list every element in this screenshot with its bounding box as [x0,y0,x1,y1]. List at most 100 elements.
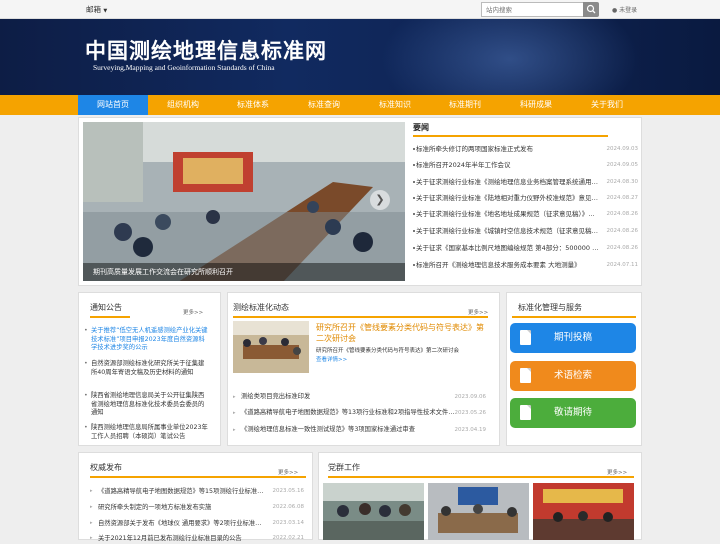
news-item[interactable]: 关于征求测绘行业标准《测绘地理信息业务档案管理系统通用要求》意见的通知 2024.… [413,177,640,187]
party-more-link[interactable]: 更多>> [607,468,627,476]
document-icon [520,405,531,420]
term-search-label: 术语检索 [553,370,592,381]
std-news-text: 《测绘地理信息标准一致性测试规范》等3项国家标准通过审查 [241,426,416,433]
event-photo [533,483,634,540]
party-photo[interactable] [428,483,529,540]
chevron-right-icon: ❯ [375,193,385,206]
notice-divider [90,316,130,318]
main-nav: 网站首页 组织机构 标准体系 标准查询 标准知识 标准期刊 科研成果 关于我们 [0,95,720,115]
authority-text: 研究所牵头制定的一项地方标准发布实施 [98,504,212,511]
chevron-down-icon: ▼ [103,8,108,14]
news-item[interactable]: 关于征求测绘行业标准《陆地相对重力仪野外校准规范》意见的通知 2024.08.27 [413,193,640,203]
std-news-feature-desc: 研究所召开《管线要素分类代码与符号表达》第二次研讨会 查看详情>> [316,347,490,365]
login-label: 未登录 [619,7,638,14]
std-news-text: 测绘类项目竞出标准印发 [241,393,311,400]
news-item[interactable]: 标准所牵头修订的两项国家标准正式发布 2024.09.03 [413,144,640,154]
authority-item[interactable]: 关于2021年12月前已发布测绘行业标准目录的公告 2022.02.21 [90,533,306,544]
coming-soon-label: 敬请期待 [553,407,592,418]
mailbox-link[interactable]: 邮箱 ▼ [86,4,107,15]
news-item[interactable]: 关于征求《国家基本比例尺地图编绘规范 第4部分：500000 1:1000000… [413,243,640,253]
news-text: 标准所召开《测绘地理信息技术服务成本要素 大地测量》 [416,261,581,269]
document-icon [520,330,531,345]
std-news-date: 2023.05.26 [454,410,487,416]
nav-item-home[interactable]: 网站首页 [78,95,148,115]
notice-item[interactable]: 自然资源部测绘标准化研究所关于征集建所40周年寄语文稿及历史材料的通知 [84,360,209,377]
news-date: 2024.09.05 [606,162,639,168]
search-input[interactable] [481,2,584,17]
authority-item[interactable]: 研究所牵头制定的一项地方标准发布实施 2022.06.08 [90,502,306,513]
authority-date: 2022.02.21 [272,535,305,541]
party-heading: 党群工作 [328,463,360,472]
news-date: 2024.08.27 [606,195,639,201]
authority-date: 2023.03.14 [272,520,305,526]
group-photo [323,483,424,540]
news-item[interactable]: 标准所召开2024年半年工作会议 2024.09.05 [413,160,640,170]
news-text: 标准所牵头修订的两项国家标准正式发布 [416,145,533,153]
news-text: 关于征求测绘行业标准《城镇时空信息技术规范（征求意见稿）》意见的通知 [416,227,600,235]
authority-more-link[interactable]: 更多>> [278,468,298,476]
meeting-room-photo [428,483,529,540]
news-item[interactable]: 关于征求测绘行业标准《城镇时空信息技术规范（征求意见稿）》意见的通知 2024.0… [413,226,640,236]
coming-soon-button[interactable]: 敬请期待 [510,398,636,428]
news-date: 2024.09.03 [606,146,639,152]
nav-item-journal[interactable]: 标准期刊 [430,95,500,115]
party-photo[interactable] [533,483,634,540]
news-divider [413,135,608,137]
document-icon [520,368,531,383]
news-text: 关于征求测绘行业标准《测绘地理信息业务档案管理系统通用要求》意见的通知 [416,178,600,186]
feature-more-link[interactable]: 查看详情>> [316,357,347,363]
slider-next-button[interactable]: ❯ [370,190,390,210]
authority-text: 自然资源部关于发布《地球仪 通用要求》等2项行业标准的公告 [98,520,266,527]
notice-item[interactable]: 陕西省测绘地理信息局关于公开征集陕西省测绘地理信息标准化技术委员会委员的通知 [84,392,209,418]
services-divider [512,316,636,318]
banner-glow [380,19,640,95]
authority-item[interactable]: 《道路高精导航电子地图数据规范》等15项测绘行业标准发布 2023.05.16 [90,486,306,497]
notice-item[interactable]: 关于推荐“低空无人机遥感测绘产业化关键技术标准”项目申报2023年度自然资源科学… [84,327,209,353]
nav-item-system[interactable]: 标准体系 [218,95,288,115]
std-news-date: 2023.09.06 [454,394,487,400]
std-news-item[interactable]: 《道路高精导航电子地图数据规范》等13项行业标准和2项指导性技术文件发布2023… [233,408,488,418]
news-text: 关于征求测绘行业标准《地名地址成果规范（征求意见稿）》意见的通知 [416,210,600,218]
nav-item-query[interactable]: 标准查询 [289,95,359,115]
authority-date: 2022.06.08 [272,504,305,510]
nav-item-about[interactable]: 关于我们 [572,95,642,115]
news-date: 2024.07.11 [606,262,639,268]
std-news-date: 2023.04.19 [454,427,487,433]
notice-more-link[interactable]: 更多>> [183,308,203,316]
authority-item[interactable]: 自然资源部关于发布《地球仪 通用要求》等2项行业标准的公告 2023.03.14 [90,518,306,529]
site-title: 中国测绘地理信息标准网 [85,38,327,63]
journal-submit-button[interactable]: 期刊投稿 [510,323,636,353]
services-heading: 标准化管理与服务 [518,303,582,312]
authority-text: 《道路高精导航电子地图数据规范》等15项测绘行业标准发布 [98,488,266,495]
notice-item[interactable]: 陕西测绘地理信息局所属事业单位2023年工作人员招聘（本硕岗）笔试公告 [84,424,209,441]
authority-divider [90,476,306,478]
search-icon [586,4,596,14]
std-news-item[interactable]: 《测绘地理信息标准一致性测试规范》等3项国家标准通过审查 2023.04.19 [233,425,488,435]
site-subtitle: Surveying,Mapping and Geoinformation Sta… [93,63,275,72]
std-news-text: 《道路高精导航电子地图数据规范》等13项行业标准和2项指导性技术文件发布 [241,409,459,416]
search-button[interactable] [583,2,599,17]
news-date: 2024.08.26 [606,245,639,251]
header-banner: 中国测绘地理信息标准网 Surveying,Mapping and Geoinf… [0,19,720,95]
news-item[interactable]: 标准所召开《测绘地理信息技术服务成本要素 大地测量》 2024.07.11 [413,260,640,270]
news-date: 2024.08.26 [606,211,639,217]
nav-item-knowledge[interactable]: 标准知识 [360,95,430,115]
party-photo[interactable] [323,483,424,540]
news-date: 2024.08.26 [606,228,639,234]
std-news-feature-title[interactable]: 研究所召开《管线要素分类代码与符号表达》第二次研讨会 [316,322,490,344]
std-news-item[interactable]: 测绘类项目竞出标准印发 2023.09.06 [233,392,488,402]
term-search-button[interactable]: 术语检索 [510,361,636,391]
user-icon: ● [612,7,618,14]
news-slider[interactable]: 期刊高质量发展工作交流会在研究所顺利召开 [83,122,405,281]
std-news-more-link[interactable]: 更多>> [468,308,488,316]
news-text: 关于征求《国家基本比例尺地图编绘规范 第4部分：500000 1:1000000… [416,244,600,252]
news-item[interactable]: 关于征求测绘行业标准《地名地址成果规范（征求意见稿）》意见的通知 2024.08.… [413,209,640,219]
party-divider [328,476,634,478]
nav-item-organization[interactable]: 组织机构 [148,95,218,115]
std-news-photo[interactable] [233,321,309,373]
std-news-heading: 测绘标准化动态 [233,303,289,312]
news-heading: 要闻 [413,123,429,132]
login-link[interactable]: ● 未登录 [612,5,637,14]
nav-item-research[interactable]: 科研成果 [501,95,571,115]
authority-heading: 权威发布 [90,463,122,472]
